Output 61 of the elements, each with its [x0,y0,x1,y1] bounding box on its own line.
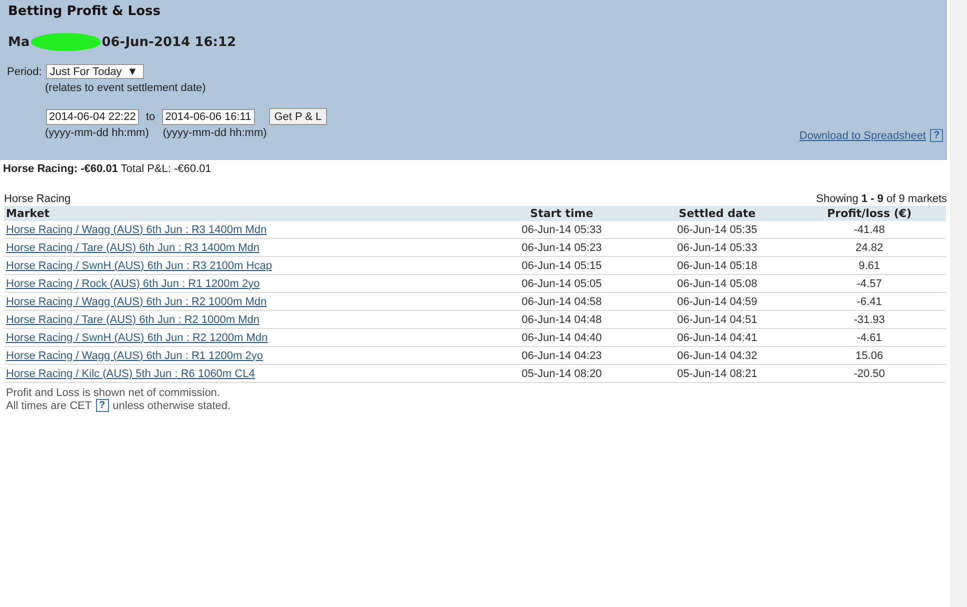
table-cell: 06-Jun-14 05:23 [482,238,642,256]
column-header: Start time [482,206,642,221]
timezone-note: unless otherwise stated. [112,400,231,412]
download-link[interactable]: Download to Spreadsheet [799,130,926,142]
table-cell: 06-Jun-14 05:35 [642,221,793,238]
period-note: (relates to event settlement date) [45,82,206,94]
column-header: Settled date [642,206,793,221]
table-cell: 06-Jun-14 04:32 [642,346,793,364]
to-date-field[interactable]: 2014-06-06 16:11 [162,108,256,124]
market-link[interactable]: Horse Racing / Wagg (AUS) 6th Jun : R2 1000m Mdn [6,296,267,308]
table-cell: 06-Jun-14 04:40 [482,328,642,346]
table-cell: -4.57 [792,274,946,292]
table-cell: 06-Jun-14 04:23 [482,346,642,364]
table-cell: 06-Jun-14 05:33 [482,221,642,238]
table-cell: 15.06 [792,346,946,364]
get-pl-button[interactable]: Get P & L [269,108,327,125]
summary-text: Horse Racing: -€60.01 Total P&L: -€60.01 [3,163,212,175]
market-link[interactable]: Horse Racing / Rock (AUS) 6th Jun : R1 1200m 2yo [6,278,260,290]
report-date: 06-Jun-2014 16:12 [102,34,236,50]
period-dropdown[interactable]: Just For Today ▼ [46,64,144,79]
help-button[interactable]: ? [930,129,943,142]
results-count: Showing 1 - 9 of 9 markets [816,193,947,205]
from-date-field[interactable]: 2014-06-04 22:22 [46,108,139,124]
date-format-hint: (yyyy-mm-dd hh:mm) [162,127,267,139]
market-link[interactable]: Horse Racing / Kilc (AUS) 5th Jun : R6 1060m CL4 [6,368,255,380]
table-cell: 06-Jun-14 05:15 [482,256,642,274]
table-cell: 24.82 [792,238,946,256]
section-title: Horse Racing [4,193,71,205]
market-link[interactable]: Horse Racing / Tare (AUS) 6th Jun : R2 1000m Mdn [6,314,260,326]
table-cell: 06-Jun-14 05:05 [482,274,642,292]
table-cell: -20.50 [792,364,946,382]
period-label: Period: [7,66,42,78]
table-cell: 06-Jun-14 04:48 [482,310,642,328]
table-cell: 9.61 [792,256,946,274]
table-cell: 06-Jun-14 04:51 [642,310,793,328]
table-cell: 06-Jun-14 05:33 [642,238,793,256]
help-button[interactable]: ? [96,399,109,412]
table-cell: 05-Jun-14 08:20 [482,364,642,382]
table-cell: 06-Jun-14 05:08 [642,274,793,292]
date-format-hint: (yyyy-mm-dd hh:mm) [45,127,149,139]
account-label: Ma [8,34,30,50]
timezone-note: All times are CET [6,400,92,412]
market-link[interactable]: Horse Racing / Wagg (AUS) 6th Jun : R1 1200m 2yo [6,350,263,362]
market-link[interactable]: Horse Racing / SwnH (AUS) 6th Jun : R3 2100m Hcap [6,260,272,272]
table-cell: 06-Jun-14 05:18 [642,256,793,274]
market-link[interactable]: Horse Racing / Tare (AUS) 6th Jun : R3 1400m Mdn [6,242,260,254]
column-header: Market [4,206,482,221]
commission-note: Profit and Loss is shown net of commission. [6,387,220,399]
table-cell: -31.93 [792,310,946,328]
table-cell: 06-Jun-14 04:58 [482,292,642,310]
table-cell: 05-Jun-14 08:21 [642,364,793,382]
page-title: Betting Profit & Loss [8,4,160,19]
table-cell: -6.41 [792,292,946,310]
market-link[interactable]: Horse Racing / Wagg (AUS) 6th Jun : R3 1400m Mdn [6,224,267,236]
market-link[interactable]: Horse Racing / SwnH (AUS) 6th Jun : R2 1200m Mdn [6,332,268,344]
to-label: to [146,110,156,122]
column-header: Profit/loss (€) [792,206,946,221]
table-cell: -41.48 [792,221,946,238]
table-cell: 06-Jun-14 04:41 [642,328,793,346]
table-cell: 06-Jun-14 04:59 [642,292,793,310]
table-cell: -4.61 [792,328,946,346]
